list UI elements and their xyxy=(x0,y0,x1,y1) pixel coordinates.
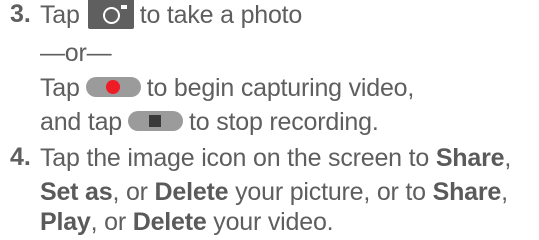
delete-keyword: Delete xyxy=(154,178,229,206)
play-keyword: Play xyxy=(40,208,91,236)
stop-icon xyxy=(128,111,184,132)
tap-label: Tap xyxy=(40,1,80,29)
step-3-line-stop: and tap to stop recording. xyxy=(40,107,379,137)
punctuation: , xyxy=(504,144,512,172)
step-4-line-3: Play, or Delete your video. xyxy=(40,207,334,237)
share-keyword: Share xyxy=(432,178,502,206)
step-4-text: Tap the image icon on the screen to xyxy=(40,144,436,172)
step-4-text: your picture, or to xyxy=(228,178,433,206)
share-keyword: Share xyxy=(435,144,505,172)
step-3-line-photo: Tap to take a photo xyxy=(40,0,302,31)
record-icon xyxy=(85,77,141,98)
delete-keyword: Delete xyxy=(132,208,207,236)
step-3-line-video: Tap to begin capturing video, xyxy=(40,73,414,103)
camera-shutter-icon xyxy=(87,0,134,30)
step-4-text: , or xyxy=(90,208,133,236)
take-photo-text: to take a photo xyxy=(139,1,303,29)
stop-recording-text: to stop recording. xyxy=(189,108,379,136)
step-4-text: your video. xyxy=(206,208,334,236)
begin-video-text: to begin capturing video, xyxy=(146,74,415,102)
punctuation: , xyxy=(501,178,508,206)
step-3-number: 3. xyxy=(10,0,31,28)
and-tap-label: and tap xyxy=(40,108,123,136)
set-as-keyword: Set as xyxy=(40,178,113,206)
step-4-text: , or xyxy=(112,178,155,206)
tap-label: Tap xyxy=(40,74,80,102)
step-4-line-2: Set as, or Delete your picture, or to Sh… xyxy=(40,177,508,207)
step-4-number: 4. xyxy=(10,143,31,171)
step-4-line-1: Tap the image icon on the screen to Shar… xyxy=(40,143,511,173)
or-separator: —or— xyxy=(40,39,112,67)
